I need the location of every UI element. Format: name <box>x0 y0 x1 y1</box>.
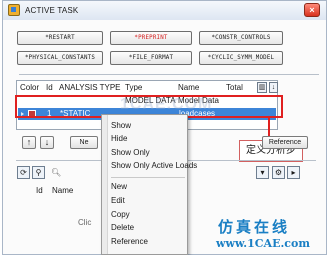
column-header-total[interactable]: Total <box>226 81 243 95</box>
menu-item-edit[interactable]: Edit <box>111 195 125 207</box>
watermark-chinese: 仿真在线 <box>218 218 291 236</box>
new-button[interactable]: Ne <box>70 136 98 149</box>
column-header-color[interactable]: Color <box>20 81 39 95</box>
menu-item-show-only-active-loads[interactable]: Show Only Active Loads <box>111 160 197 172</box>
sort-down-icon[interactable]: ↓ <box>269 82 278 93</box>
filter-icon[interactable]: ⚲ <box>32 166 45 179</box>
restart-button[interactable]: *RESTART <box>17 31 103 45</box>
menu-item-copy[interactable]: Copy <box>111 209 130 221</box>
window-title: ACTIVE TASK <box>25 6 79 15</box>
dropdown-icon[interactable]: ▾ <box>256 166 269 179</box>
divider <box>19 74 319 75</box>
column-header-id[interactable]: Id <box>46 81 53 95</box>
watermark-url: www.1CAE.com <box>216 237 310 250</box>
column-header-type[interactable]: Type <box>125 81 142 95</box>
search-icon[interactable]: 🔍︎ <box>51 168 61 177</box>
menu-item-new[interactable]: New <box>111 181 127 193</box>
constr-controls-button[interactable]: *CONSTR_CONTROLS <box>199 31 283 45</box>
empty-list-hint: Clic <box>78 218 92 227</box>
column-chooser-icon[interactable]: ▥ <box>257 82 267 93</box>
menu-gutter <box>102 115 108 254</box>
context-menu: Show Hide Show Only Show Only Active Loa… <box>101 114 197 255</box>
preprint-button[interactable]: *PREPRINT <box>110 31 192 45</box>
cyclic-symm-model-button[interactable]: *CYCLIC_SYMM_MODEL <box>199 51 283 65</box>
move-up-button[interactable]: ↑ <box>22 136 36 149</box>
menu-item-show[interactable]: Show <box>111 120 131 132</box>
column-header-analysis-type[interactable]: ANALYSIS TYPE <box>59 81 121 95</box>
physical-constants-button[interactable]: *PHYSICAL_CONSTANTS <box>17 51 103 65</box>
app-icon <box>8 4 20 16</box>
file-format-button[interactable]: *FILE_FORMAT <box>110 51 192 65</box>
lower-column-name[interactable]: Name <box>52 186 73 195</box>
close-button[interactable]: × <box>304 3 320 17</box>
reference-button[interactable]: Reference <box>262 136 308 149</box>
title-bar: ACTIVE TASK × <box>2 0 327 20</box>
refresh-icon[interactable]: ⟳ <box>17 166 30 179</box>
column-header-name[interactable]: Name <box>178 81 199 95</box>
menu-item-delete[interactable]: Delete <box>111 222 134 234</box>
move-down-button[interactable]: ↓ <box>40 136 54 149</box>
menu-item-reference[interactable]: Reference <box>111 236 148 248</box>
menu-item-hide[interactable]: Hide <box>111 133 127 145</box>
menu-separator <box>111 177 185 178</box>
settings-icon[interactable]: ⚙ <box>272 166 285 179</box>
menu-item-show-only[interactable]: Show Only <box>111 147 150 159</box>
options-icon[interactable]: ▸ <box>287 166 300 179</box>
lower-column-id[interactable]: Id <box>36 186 43 195</box>
